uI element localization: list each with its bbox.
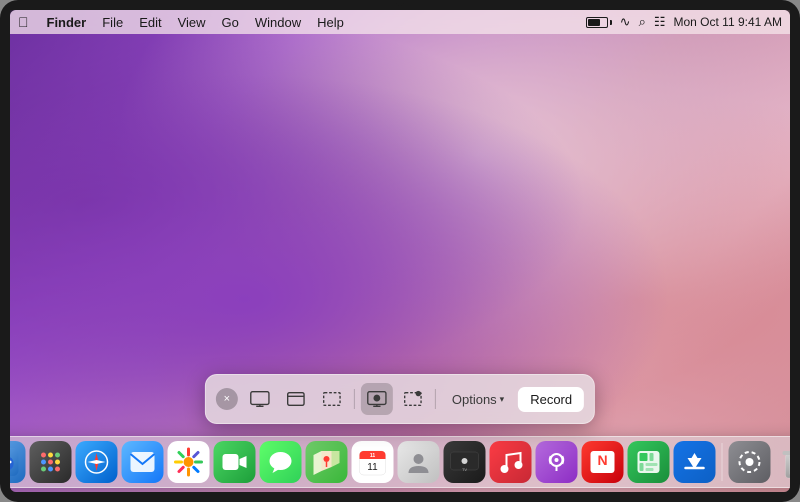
finder-icon <box>10 448 19 476</box>
toolbar-separator-2 <box>435 389 436 409</box>
dock-icon-finder[interactable] <box>10 441 26 483</box>
screenshot-toolbar: × <box>205 374 595 424</box>
menubar:  Finder File Edit View Go Window Help ∿… <box>10 10 790 34</box>
menubar-right: ∿ ⌕ ☷ Mon Oct 11 9:41 AM <box>586 14 782 30</box>
trash-icon <box>781 444 791 480</box>
dock: 11 11 TV <box>10 436 790 488</box>
dock-icon-numbers[interactable] <box>628 441 670 483</box>
contacts-icon <box>406 449 432 475</box>
record-button[interactable]: Record <box>518 387 584 412</box>
dock-icon-photos[interactable] <box>168 441 210 483</box>
record-selection-button[interactable] <box>397 383 429 415</box>
menu-edit[interactable]: Edit <box>139 15 161 30</box>
capture-selection-button[interactable] <box>316 383 348 415</box>
svg-text:TV: TV <box>462 467 467 472</box>
safari-icon <box>84 449 110 475</box>
capture-window-button[interactable] <box>280 383 312 415</box>
svg-text:11: 11 <box>370 453 376 459</box>
dock-icon-facetime[interactable] <box>214 441 256 483</box>
dock-icon-mail[interactable] <box>122 441 164 483</box>
battery-icon <box>586 17 612 28</box>
facetime-icon <box>222 452 248 472</box>
system-prefs-icon <box>737 449 763 475</box>
dock-icon-safari[interactable] <box>76 441 118 483</box>
record-screen-button[interactable] <box>361 383 393 415</box>
menu-app-name[interactable]: Finder <box>47 15 87 30</box>
dock-icon-maps[interactable] <box>306 441 348 483</box>
news-icon: N <box>590 450 616 474</box>
screen-capture-icon <box>250 389 270 409</box>
screen:  Finder File Edit View Go Window Help ∿… <box>10 10 790 492</box>
podcasts-icon <box>545 449 569 475</box>
mail-icon <box>130 451 156 473</box>
device-frame:  Finder File Edit View Go Window Help ∿… <box>0 0 800 502</box>
record-screen-icon <box>367 389 387 409</box>
capture-screen-button[interactable] <box>244 383 276 415</box>
launchpad-icon <box>39 450 63 474</box>
dock-icon-trash[interactable] <box>775 441 791 483</box>
chevron-down-icon: ▾ <box>500 394 505 405</box>
dock-icon-appletv[interactable]: TV <box>444 441 486 483</box>
maps-icon <box>314 449 340 475</box>
dock-icon-system-prefs[interactable] <box>729 441 771 483</box>
wifi-icon: ∿ <box>620 14 631 30</box>
datetime: Mon Oct 11 9:41 AM <box>674 15 783 29</box>
numbers-icon <box>636 449 662 475</box>
menu-help[interactable]: Help <box>317 15 344 30</box>
close-button[interactable]: × <box>216 388 238 410</box>
menu-go[interactable]: Go <box>222 15 239 30</box>
dock-icon-contacts[interactable] <box>398 441 440 483</box>
record-selection-icon <box>403 389 423 409</box>
dock-icon-appstore[interactable] <box>674 441 716 483</box>
selection-capture-icon <box>322 389 342 409</box>
close-icon: × <box>224 393 230 405</box>
menu-window[interactable]: Window <box>255 15 301 30</box>
music-icon <box>499 449 523 475</box>
apple-logo-icon[interactable]:  <box>18 14 29 30</box>
dock-icon-calendar[interactable]: 11 11 <box>352 441 394 483</box>
appstore-icon <box>682 449 708 475</box>
options-button[interactable]: Options ▾ <box>442 387 514 412</box>
dock-icon-music[interactable] <box>490 441 532 483</box>
dock-icon-messages[interactable] <box>260 441 302 483</box>
menubar-left:  Finder File Edit View Go Window Help <box>18 14 344 30</box>
camera-notch <box>396 2 404 6</box>
svg-text:11: 11 <box>367 462 378 473</box>
photos-icon <box>174 447 204 477</box>
appletv-icon: TV <box>450 451 480 473</box>
dock-separator <box>722 443 723 481</box>
options-label: Options <box>452 392 497 407</box>
dock-icon-news[interactable]: N <box>582 441 624 483</box>
control-center-icon[interactable]: ☷ <box>654 14 666 30</box>
dock-icon-podcasts[interactable] <box>536 441 578 483</box>
svg-text:N: N <box>597 452 607 468</box>
dock-icon-launchpad[interactable] <box>30 441 72 483</box>
search-icon[interactable]: ⌕ <box>639 14 646 30</box>
toolbar-separator-1 <box>354 389 355 409</box>
messages-icon <box>268 449 294 475</box>
menu-file[interactable]: File <box>102 15 123 30</box>
window-capture-icon <box>286 389 306 409</box>
calendar-icon: 11 11 <box>359 448 387 476</box>
menu-view[interactable]: View <box>178 15 206 30</box>
